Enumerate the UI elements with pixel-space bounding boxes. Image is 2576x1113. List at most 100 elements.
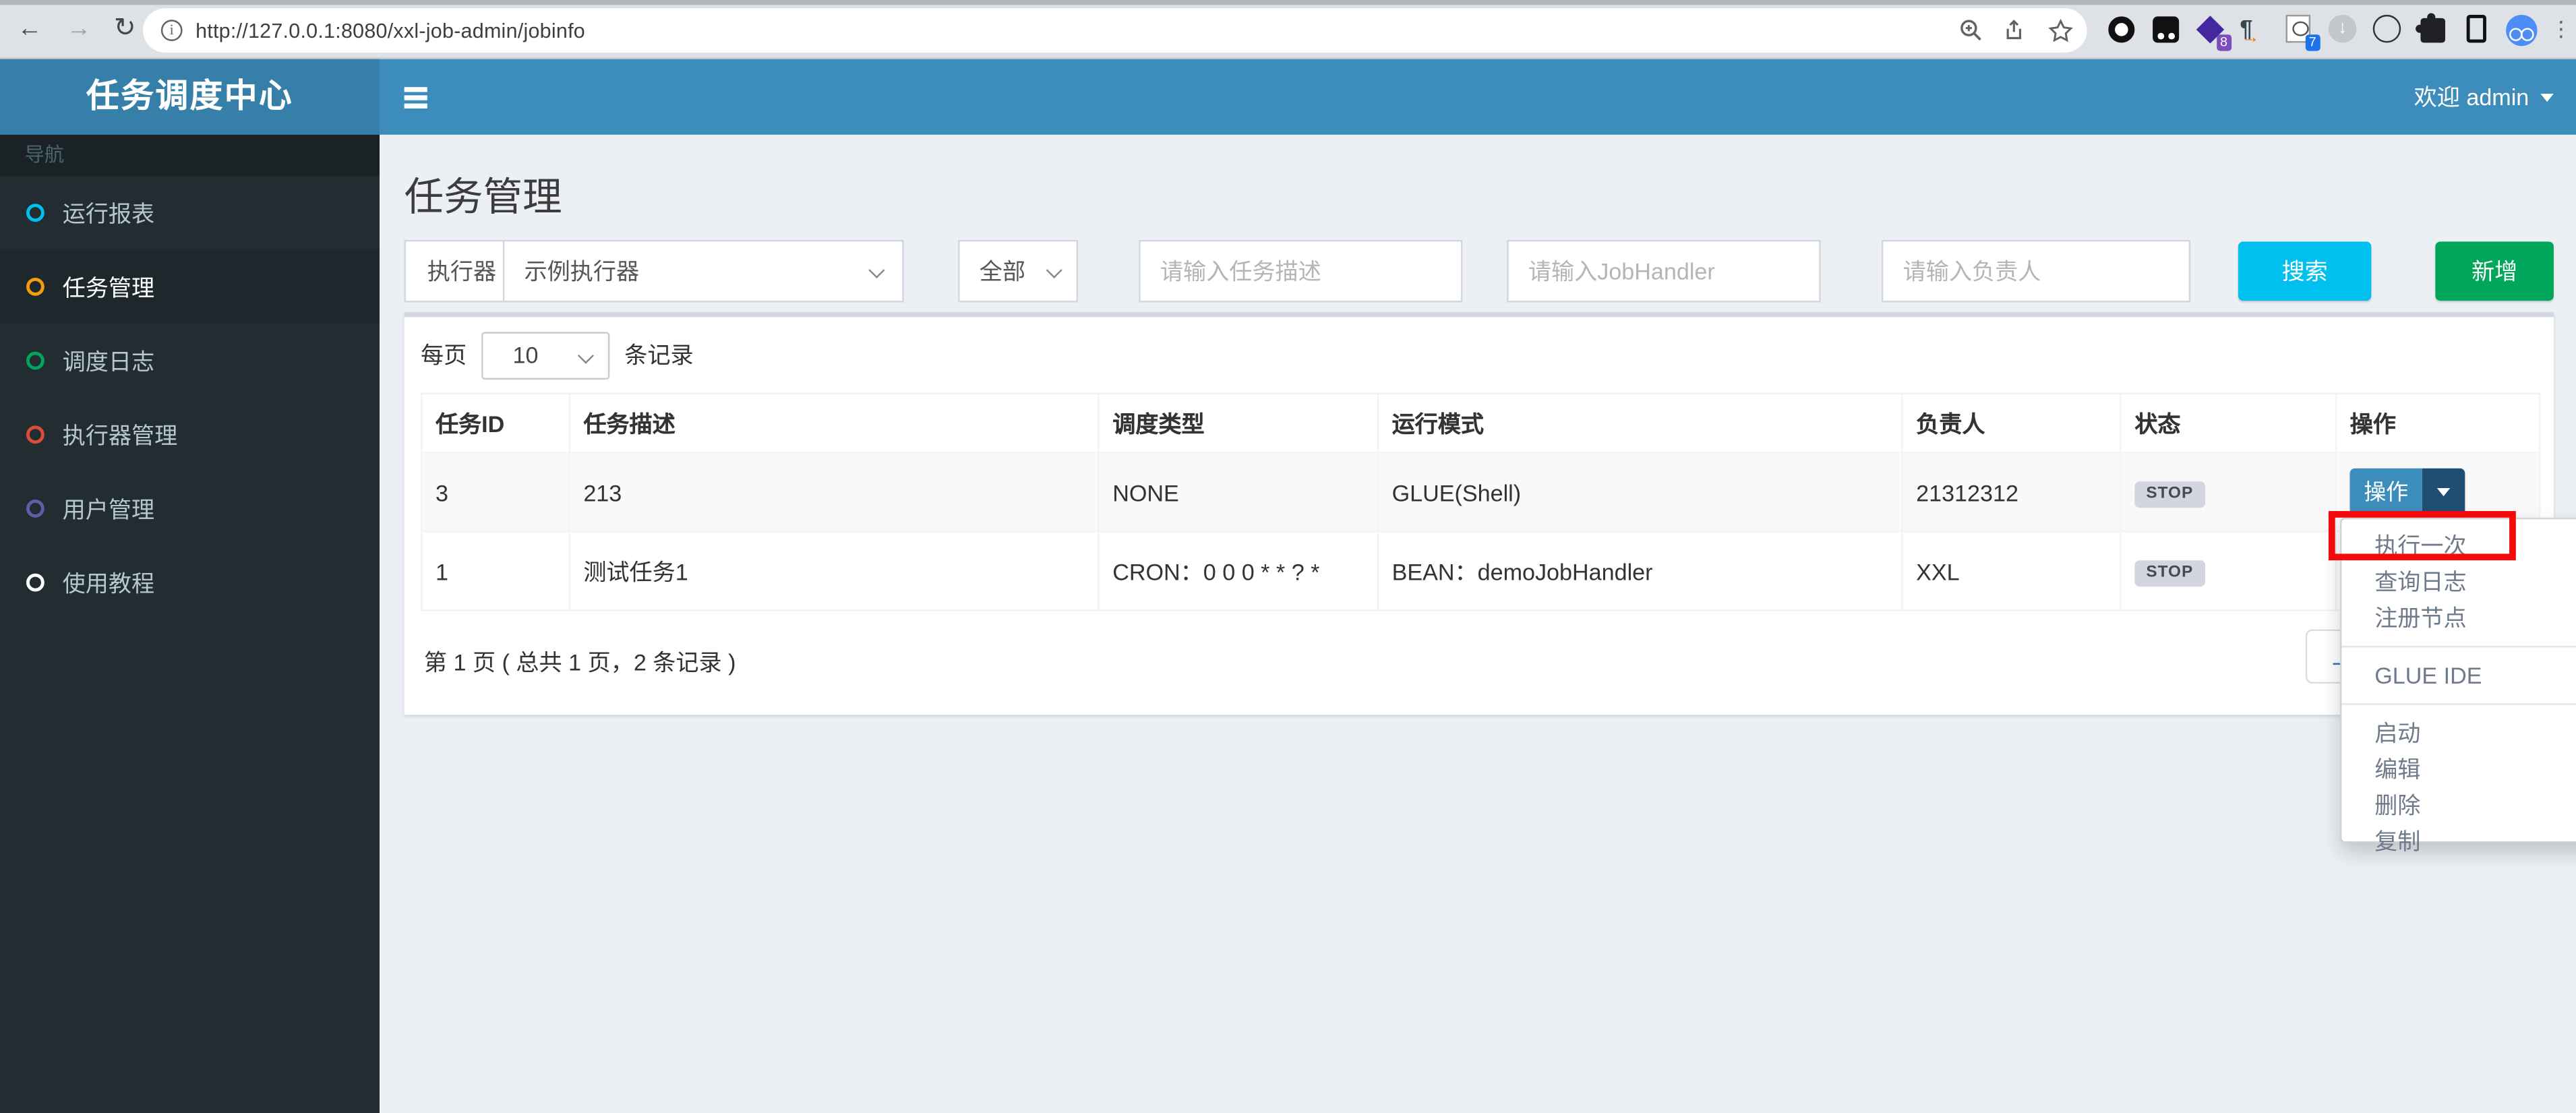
col-header-owner: 负责人	[1901, 392, 2122, 454]
status-badge: STOP	[2134, 560, 2205, 586]
welcome-text: 欢迎 admin	[2414, 84, 2529, 111]
cell-schedule: NONE	[1098, 452, 1379, 533]
sidebar-item-schedule-log[interactable]: 调度日志	[0, 324, 380, 398]
sidebar-item-label: 任务管理	[62, 273, 155, 300]
extension-diamond-icon[interactable]: 8	[2196, 15, 2232, 51]
jobhandler-input[interactable]: 请输入JobHandler	[1507, 239, 1821, 303]
operate-button[interactable]: 操作	[2349, 468, 2422, 516]
user-menu[interactable]: 欢迎 admin	[2414, 59, 2554, 135]
address-bar[interactable]: i http://127.0.0.1:8080/xxl-job-admin/jo…	[143, 8, 2087, 53]
cell-mode: GLUE(Shell)	[1377, 452, 1903, 533]
extension-ring-icon[interactable]	[2107, 15, 2136, 44]
chevron-down-icon	[577, 347, 595, 363]
menu-divider	[2341, 645, 2576, 648]
col-header-desc: 任务描述	[568, 392, 1100, 454]
sidebar-section-label: 导航	[0, 134, 380, 176]
operate-caret-button[interactable]	[2422, 468, 2465, 516]
search-button[interactable]: 搜索	[2238, 241, 2372, 301]
extension-image-icon[interactable]: 7	[2284, 14, 2320, 51]
share-icon[interactable]	[2003, 18, 2028, 43]
cell-desc: 测试任务1	[568, 531, 1100, 611]
executor-select[interactable]: 示例执行器	[502, 239, 904, 303]
menu-item-run-once[interactable]: 执行一次	[2341, 527, 2576, 564]
job-desc-input[interactable]: 请输入任务描述	[1139, 239, 1463, 303]
menu-item-edit[interactable]: 编辑	[2341, 751, 2576, 787]
job-table: 任务ID 任务描述 调度类型 运行模式 负责人 状态 操作 3 213 NONE	[421, 392, 2541, 611]
bookmark-star-icon[interactable]	[2047, 18, 2074, 44]
window-edge	[0, 0, 2576, 5]
profile-avatar[interactable]	[2506, 14, 2538, 47]
owner-input[interactable]: 请输入负责人	[1881, 239, 2191, 303]
extension-pilcrow-icon[interactable]: ¶ →	[2240, 15, 2269, 47]
url-text: http://127.0.0.1:8080/xxl-job-admin/jobi…	[196, 19, 585, 42]
menu-item-glue-ide[interactable]: GLUE IDE	[2341, 657, 2576, 694]
pagination-summary: 第 1 页 ( 总共 1 页，2 条记录 )	[423, 649, 736, 675]
cell-owner: XXL	[1901, 531, 2122, 611]
cell-owner: 21312312	[1901, 452, 2122, 533]
menu-item-start[interactable]: 启动	[2341, 715, 2576, 751]
operate-split-button[interactable]: 操作	[2349, 468, 2465, 516]
sidebar-item-label: 用户管理	[62, 495, 155, 522]
menu-divider	[2341, 703, 2576, 705]
cell-mode: BEAN：demoJobHandler	[1377, 531, 1903, 611]
circle-icon	[26, 425, 44, 444]
table-row: 1 测试任务1 CRON：0 0 0 * * ? * BEAN：demoJobH…	[421, 531, 2541, 611]
status-filter-select[interactable]: 全部	[958, 239, 1078, 303]
circle-icon	[26, 277, 44, 296]
page-size-control: 每页 10 条记录	[421, 330, 694, 380]
back-icon[interactable]: ←	[13, 13, 47, 47]
circle-icon	[26, 351, 44, 370]
zoom-icon[interactable]	[1959, 18, 1984, 43]
cell-job-id: 3	[421, 452, 570, 533]
page-title: 任务管理	[404, 175, 562, 220]
circle-icon	[26, 500, 44, 518]
chrome-menu-icon[interactable]: ⋮	[2550, 15, 2572, 44]
cell-desc: 213	[568, 452, 1100, 533]
extensions-puzzle-icon[interactable]	[2414, 12, 2447, 44]
content-area: 任务管理 执行器 示例执行器 全部 请输入任务描述 请输入JobHandler …	[380, 134, 2576, 1113]
download-icon[interactable]: ↓	[2328, 14, 2358, 44]
page-size-select[interactable]: 10	[481, 331, 610, 379]
app-logo[interactable]: 任务调度中心	[0, 59, 380, 135]
sidebar-item-job-manage[interactable]: 任务管理	[0, 249, 380, 324]
sidebar-item-label: 运行报表	[62, 200, 155, 227]
sidebar-toggle-icon[interactable]	[380, 59, 452, 135]
cell-job-id: 1	[421, 531, 570, 611]
sidebar-item-run-report[interactable]: 运行报表	[0, 176, 380, 250]
browser-toolbar: ← → ↻ i http://127.0.0.1:8080/xxl-job-ad…	[0, 0, 2576, 59]
sidebar-item-user-manage[interactable]: 用户管理	[0, 472, 380, 546]
add-button[interactable]: 新增	[2435, 241, 2554, 301]
chevron-down-icon	[868, 262, 885, 279]
page-size-suffix: 条记录	[624, 342, 694, 368]
col-header-mode: 运行模式	[1377, 392, 1903, 454]
extension-badge: 8	[2216, 34, 2232, 51]
table-header-row: 任务ID 任务描述 调度类型 运行模式 负责人 状态 操作	[421, 392, 2541, 454]
chevron-down-icon	[1046, 262, 1062, 279]
sidebar-item-label: 使用教程	[62, 569, 155, 596]
caret-down-icon	[2436, 487, 2451, 497]
circle-icon	[26, 573, 44, 592]
sidebar-item-tutorial[interactable]: 使用教程	[0, 545, 380, 620]
col-header-schedule: 调度类型	[1098, 392, 1379, 454]
sidebar-item-label: 调度日志	[62, 347, 155, 374]
extension-palm-icon[interactable]	[2372, 14, 2403, 44]
cell-schedule: CRON：0 0 0 * * ? *	[1098, 531, 1379, 611]
menu-item-copy[interactable]: 复制	[2341, 823, 2576, 860]
menu-item-query-log[interactable]: 查询日志	[2341, 564, 2576, 600]
status-badge: STOP	[2134, 481, 2205, 508]
extension-phone-icon[interactable]	[2461, 14, 2491, 44]
sidebar-item-label: 执行器管理	[62, 421, 178, 448]
table-row: 3 213 NONE GLUE(Shell) 21312312 STOP 操作	[421, 452, 2541, 533]
sidebar-item-executor-manage[interactable]: 执行器管理	[0, 398, 380, 472]
operate-dropdown-menu: 执行一次 查询日志 注册节点 GLUE IDE 启动 编辑 删除 复制	[2340, 517, 2576, 855]
reload-icon[interactable]: ↻	[109, 13, 142, 47]
forward-icon[interactable]: →	[63, 13, 96, 47]
extension-dots-icon[interactable]	[2151, 15, 2181, 44]
menu-item-registry-node[interactable]: 注册节点	[2341, 600, 2576, 636]
executor-label: 执行器	[404, 239, 518, 303]
menu-item-delete[interactable]: 删除	[2341, 787, 2576, 824]
site-info-icon[interactable]: i	[160, 20, 183, 41]
filter-bar: 执行器 示例执行器 全部 请输入任务描述 请输入JobHandler 请输入负责…	[404, 239, 2576, 303]
job-list-panel: 每页 10 条记录 任务ID 任务描述 调度类型 运行模式 负责人 状态 操作 …	[404, 312, 2554, 715]
circle-icon	[26, 204, 44, 222]
